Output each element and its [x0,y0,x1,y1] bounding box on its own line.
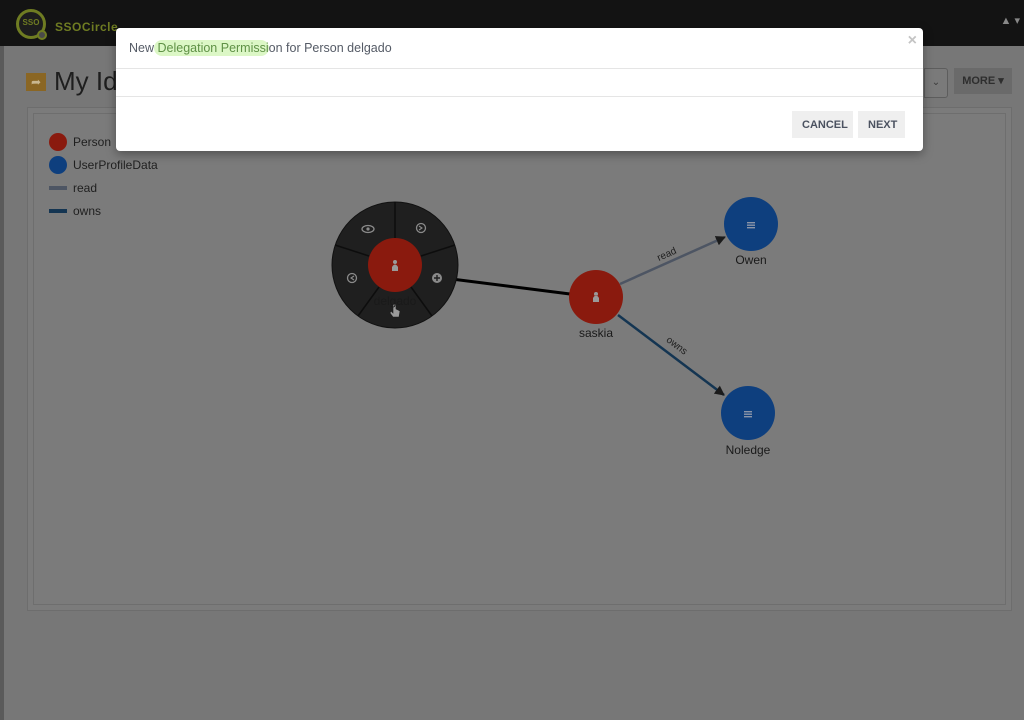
modal-header: New Delegation Permission for Person del… [116,28,923,69]
modal-title-post: on for Person delgado [268,41,392,55]
list-icon [744,411,752,418]
edge-label-read: read [656,246,679,264]
node-saskia[interactable]: saskia [569,270,623,340]
close-icon[interactable]: × [908,32,917,50]
cancel-button[interactable]: CANCEL [792,111,853,138]
radial-add-button[interactable] [432,273,442,283]
delegation-permission-modal: New Delegation Permission for Person del… [116,28,923,151]
next-button[interactable]: NEXT [858,111,905,138]
modal-body [116,69,923,97]
node-owen[interactable]: Owen [724,197,778,267]
modal-title-highlight: Delegation Permissi [154,40,269,56]
modal-title: New Delegation Permission for Person del… [129,40,392,56]
node-noledge[interactable]: Noledge [721,386,775,457]
edge-saskia-owen-read[interactable] [619,235,726,286]
node-delgado[interactable]: delgado [368,238,422,308]
modal-footer: CANCEL NEXT [792,111,905,138]
edge-saskia-noledge-owns[interactable] [617,314,725,396]
list-icon [747,222,755,229]
node-label: Owen [735,253,766,267]
node-label: delgado [374,294,417,308]
modal-title-pre: New [129,41,155,55]
node-label: Noledge [726,443,771,457]
node-label: saskia [579,326,613,340]
